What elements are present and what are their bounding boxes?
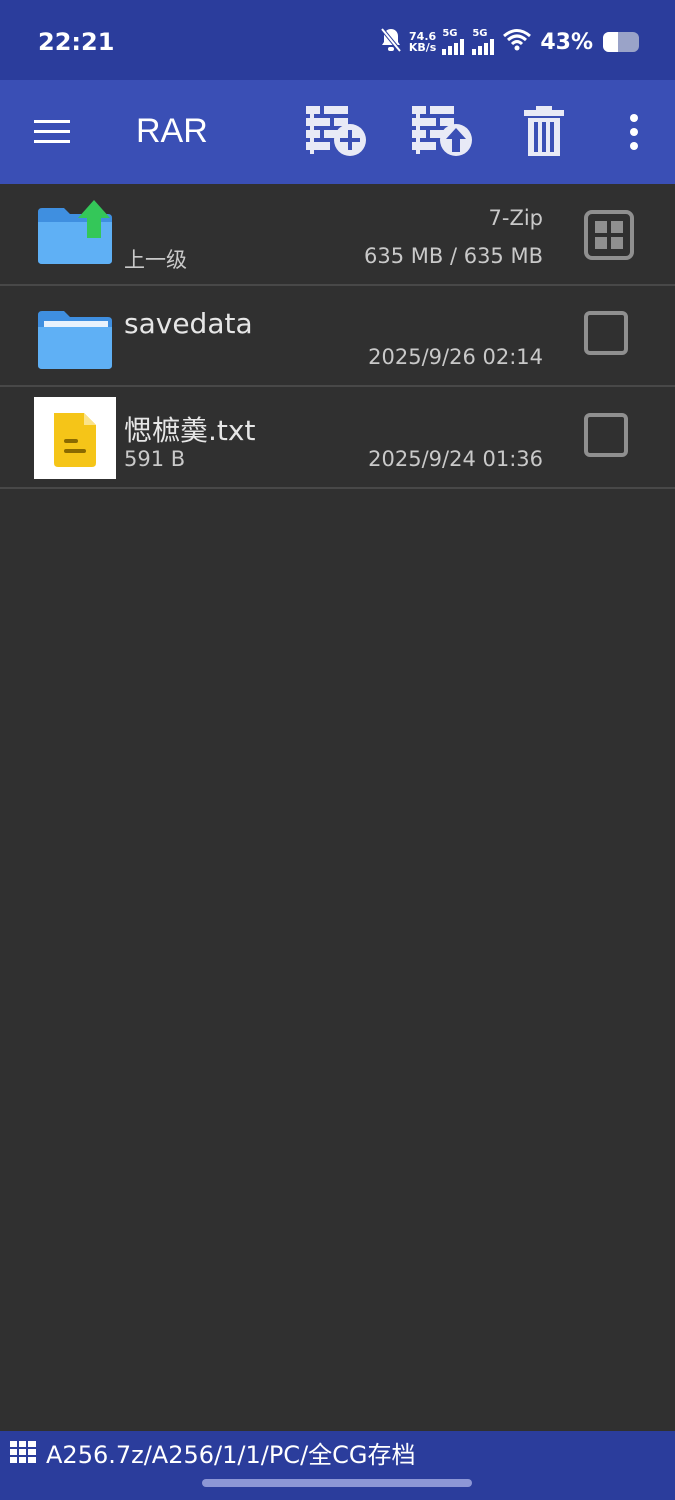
mute-bell-icon — [379, 27, 403, 57]
battery-icon — [603, 32, 639, 52]
sim2-label: 5G — [472, 28, 488, 39]
archive-type: 7-Zip — [488, 206, 544, 230]
app-title: RAR — [136, 112, 208, 150]
signal-bars-icon — [472, 39, 495, 55]
select-checkbox[interactable] — [584, 413, 628, 457]
select-checkbox[interactable] — [584, 311, 628, 355]
text-file-icon — [34, 397, 116, 479]
status-icons: 74.6 KB/s 5G 5G 43% — [379, 22, 639, 62]
battery-fill — [603, 32, 619, 52]
path-bar: A256.7z/A256/1/1/PC/全CG存档 — [0, 1431, 675, 1500]
sim2-signal: 5G — [472, 29, 496, 55]
trash-icon[interactable] — [520, 104, 576, 160]
archive-add-icon[interactable] — [304, 104, 368, 160]
parent-label: 上一级 — [124, 248, 187, 272]
more-vert-icon[interactable] — [622, 104, 646, 160]
current-path[interactable]: A256.7z/A256/1/1/PC/全CG存档 — [46, 1435, 416, 1470]
path-grid-icon — [10, 1441, 36, 1463]
app-toolbar: RAR — [0, 80, 675, 184]
file-size: 591 B — [124, 447, 186, 471]
grid-select-icon[interactable] — [584, 210, 634, 260]
wifi-icon — [502, 28, 532, 56]
archive-extract-icon[interactable] — [410, 104, 474, 160]
signal-bars-icon — [442, 39, 465, 55]
list-item-parent[interactable]: 上一级 7-Zip 635 MB / 635 MB — [0, 184, 675, 286]
gesture-nav-handle[interactable] — [202, 1479, 472, 1487]
archive-size: 635 MB / 635 MB — [364, 244, 543, 268]
hamburger-menu-icon[interactable] — [34, 116, 70, 148]
status-time: 22:21 — [38, 28, 115, 56]
file-date: 2025/9/24 01:36 — [368, 447, 543, 471]
file-name: savedata — [124, 307, 253, 340]
folder-icon — [34, 295, 116, 377]
list-item-folder[interactable]: savedata 2025/9/26 02:14 — [0, 285, 675, 387]
list-item-file[interactable]: 愢樜羮.txt 591 B 2025/9/24 01:36 — [0, 387, 675, 489]
folder-up-icon — [34, 194, 116, 276]
sim1-label: 5G — [442, 28, 458, 39]
status-bar: 22:21 74.6 KB/s 5G 5G 43% — [0, 0, 675, 80]
file-name: 愢樜羮.txt — [124, 414, 256, 447]
battery-percent: 43% — [540, 29, 593, 55]
network-speed: 74.6 KB/s — [409, 31, 436, 53]
network-speed-unit: KB/s — [408, 41, 437, 54]
sim1-signal: 5G — [442, 29, 466, 55]
file-date: 2025/9/26 02:14 — [368, 345, 543, 369]
